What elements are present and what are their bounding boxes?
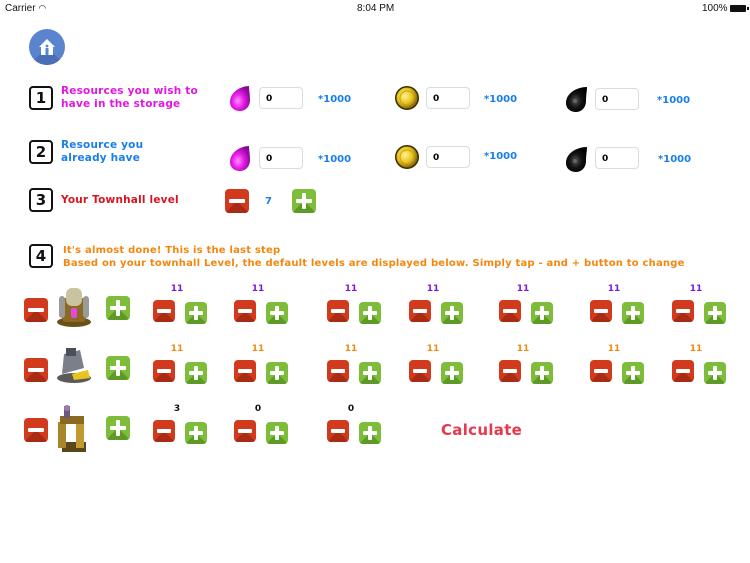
gold-mine-level-decrease-button[interactable]	[409, 360, 431, 382]
elixir-collector-level-label: 11	[607, 284, 621, 294]
gold-icon	[395, 86, 419, 110]
elixir-collector-level-decrease-button[interactable]	[327, 300, 349, 322]
step-2-badge: 2	[29, 140, 53, 164]
have-gold-input[interactable]: 0	[426, 146, 470, 168]
gold-mine-level-increase-button[interactable]	[622, 362, 644, 384]
gold-mine-level-label: 11	[344, 344, 358, 354]
elixir-collector-level-label: 11	[170, 284, 184, 294]
step-1-label: Resources you wish to have in the storage	[61, 85, 198, 110]
elixir-collector-level-decrease-button[interactable]	[409, 300, 431, 322]
gold-mine-level-decrease-button[interactable]	[327, 360, 349, 382]
elixir-collector-level-label: 11	[251, 284, 265, 294]
status-carrier: Carrier ◠	[5, 3, 47, 14]
elixir-collector-level-decrease-button[interactable]	[672, 300, 694, 322]
home-icon	[39, 39, 55, 55]
elixir-collector-level-label: 11	[344, 284, 358, 294]
multiplier-label: *1000	[657, 95, 691, 106]
elixir-collector-level-label: 11	[689, 284, 703, 294]
dark-elixir-drill-level-label: 0	[254, 404, 262, 414]
dark-elixir-drill-icon	[54, 404, 90, 458]
status-battery: 100%	[702, 3, 749, 14]
elixir-collector-level-label: 11	[516, 284, 530, 294]
gold-mine-level-label: 11	[426, 344, 440, 354]
dark-elixir-drill-level-decrease-button[interactable]	[153, 420, 175, 442]
townhall-increase-button[interactable]	[292, 189, 316, 213]
step-4-badge: 4	[29, 244, 53, 268]
dark-elixir-drill-level-increase-button[interactable]	[185, 422, 207, 444]
gold-mine-level-decrease-button[interactable]	[153, 360, 175, 382]
dark-elixir-drill-level-increase-button[interactable]	[359, 422, 381, 444]
townhall-level-value: 7	[265, 196, 272, 207]
elixir-icon	[230, 86, 250, 111]
elixir-collector-level-increase-button[interactable]	[359, 302, 381, 324]
gold-mine-level-increase-button[interactable]	[266, 362, 288, 384]
elixir-collector-level-increase-button[interactable]	[622, 302, 644, 324]
elixir-collector-level-increase-button[interactable]	[266, 302, 288, 324]
step-2-label: Resource you already have	[61, 139, 144, 164]
gold-mine-level-increase-button[interactable]	[704, 362, 726, 384]
have-dark-elixir-input[interactable]: 0	[595, 147, 639, 169]
gold-mine-level-decrease-button[interactable]	[672, 360, 694, 382]
step-1-badge: 1	[29, 86, 53, 110]
have-elixir-input[interactable]: 0	[259, 147, 303, 169]
townhall-decrease-button[interactable]	[225, 189, 249, 213]
dark-elixir-drill-level-decrease-button[interactable]	[234, 420, 256, 442]
dark-elixir-drill-count-decrease-button[interactable]	[24, 418, 48, 442]
gold-mine-level-increase-button[interactable]	[185, 362, 207, 384]
dark-elixir-icon	[566, 147, 587, 172]
elixir-collector-level-increase-button[interactable]	[531, 302, 553, 324]
gold-mine-level-label: 11	[689, 344, 703, 354]
battery-icon	[729, 4, 749, 12]
elixir-collector-level-decrease-button[interactable]	[590, 300, 612, 322]
multiplier-label: *1000	[318, 154, 352, 165]
gold-mine-level-label: 11	[607, 344, 621, 354]
dark-elixir-drill-count-increase-button[interactable]	[106, 416, 130, 440]
elixir-collector-level-decrease-button[interactable]	[499, 300, 521, 322]
status-time: 8:04 PM	[357, 3, 395, 14]
gold-mine-level-increase-button[interactable]	[441, 362, 463, 384]
dark-elixir-drill-level-increase-button[interactable]	[266, 422, 288, 444]
elixir-collector-level-decrease-button[interactable]	[153, 300, 175, 322]
elixir-collector-count-increase-button[interactable]	[106, 296, 130, 320]
gold-mine-level-increase-button[interactable]	[359, 362, 381, 384]
gold-mine-count-decrease-button[interactable]	[24, 358, 48, 382]
wish-dark-elixir-input[interactable]: 0	[595, 88, 639, 110]
wish-elixir-input[interactable]: 0	[259, 87, 303, 109]
elixir-collector-level-increase-button[interactable]	[704, 302, 726, 324]
step-3-badge: 3	[29, 188, 53, 212]
calculate-button[interactable]: Calculate	[441, 421, 522, 439]
gold-mine-level-decrease-button[interactable]	[234, 360, 256, 382]
multiplier-label: *1000	[658, 154, 692, 165]
elixir-collector-icon	[54, 284, 94, 332]
multiplier-label: *1000	[318, 94, 352, 105]
multiplier-label: *1000	[484, 151, 518, 162]
dark-elixir-drill-level-label: 3	[173, 404, 181, 414]
wifi-icon: ◠	[38, 3, 47, 13]
home-button[interactable]	[29, 29, 65, 65]
gold-mine-count-increase-button[interactable]	[106, 356, 130, 380]
gold-mine-level-decrease-button[interactable]	[590, 360, 612, 382]
gold-mine-level-label: 11	[170, 344, 184, 354]
gold-icon	[395, 145, 419, 169]
dark-elixir-drill-level-label: 0	[347, 404, 355, 414]
elixir-collector-level-increase-button[interactable]	[185, 302, 207, 324]
gold-mine-icon	[54, 344, 94, 388]
elixir-collector-level-label: 11	[426, 284, 440, 294]
elixir-collector-count-decrease-button[interactable]	[24, 298, 48, 322]
gold-mine-level-label: 11	[251, 344, 265, 354]
elixir-icon	[230, 146, 250, 171]
wish-gold-input[interactable]: 0	[426, 87, 470, 109]
dark-elixir-icon	[566, 87, 587, 112]
gold-mine-level-increase-button[interactable]	[531, 362, 553, 384]
gold-mine-level-label: 11	[516, 344, 530, 354]
elixir-collector-level-decrease-button[interactable]	[234, 300, 256, 322]
step-4-instructions: It's almost done! This is the last step B…	[63, 245, 685, 269]
gold-mine-level-decrease-button[interactable]	[499, 360, 521, 382]
elixir-collector-level-increase-button[interactable]	[441, 302, 463, 324]
dark-elixir-drill-level-decrease-button[interactable]	[327, 420, 349, 442]
step-3-label: Your Townhall level	[61, 194, 179, 206]
multiplier-label: *1000	[484, 94, 518, 105]
